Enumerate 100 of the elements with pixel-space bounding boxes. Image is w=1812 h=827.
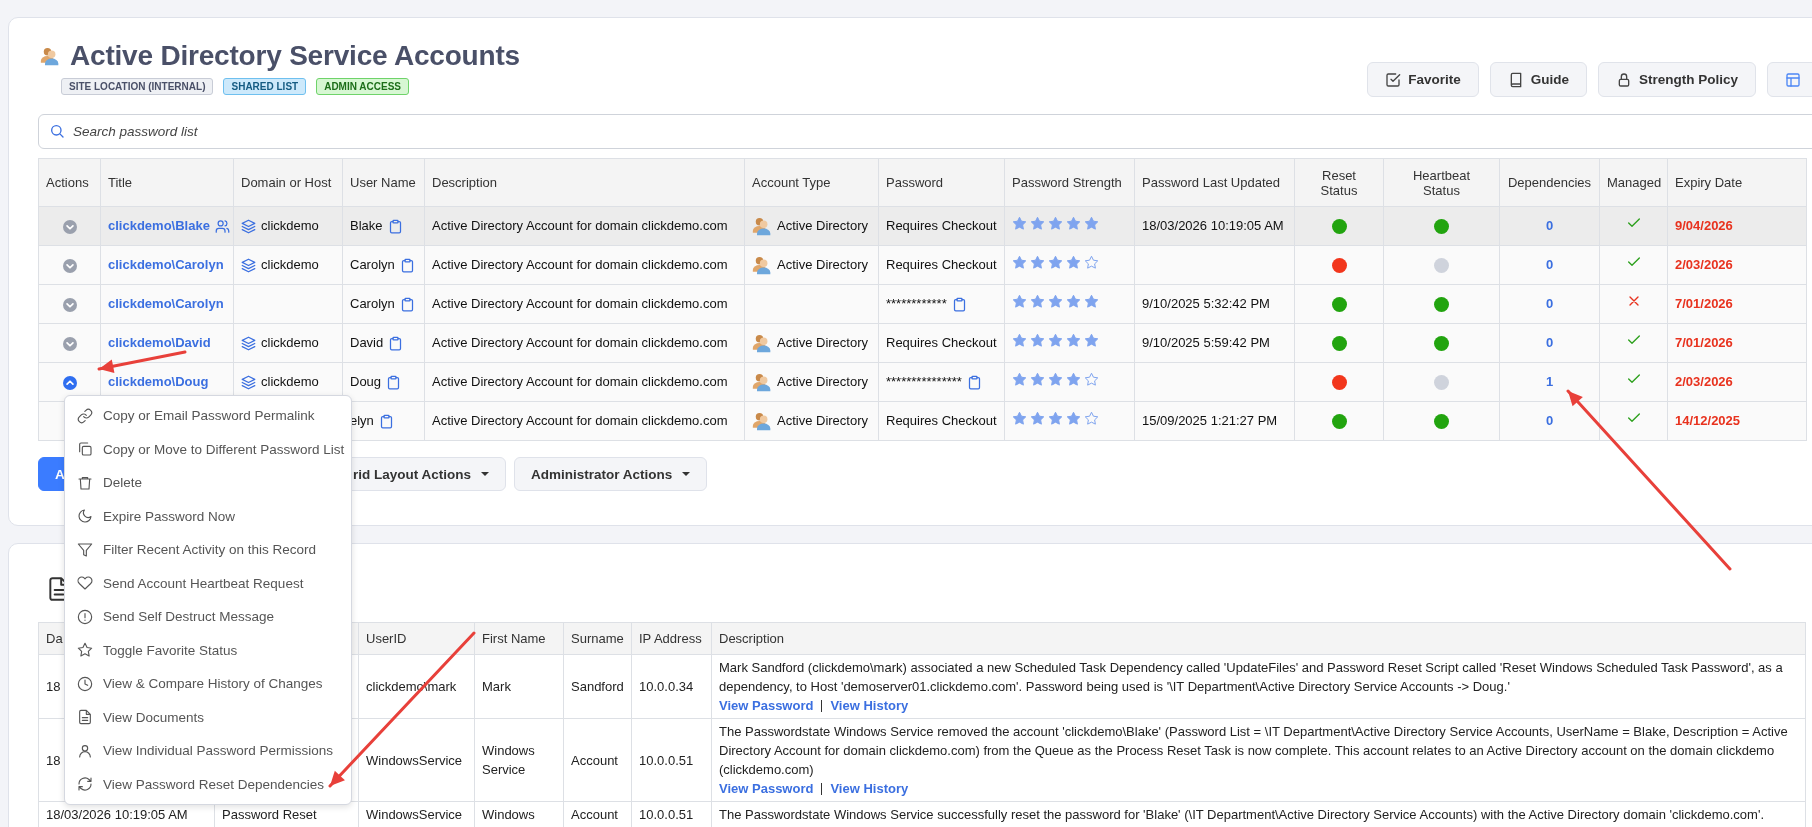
star-icon <box>1084 410 1099 426</box>
column-header: User Name <box>342 158 425 207</box>
activity-description: The Passwordstate Windows Service successfully reset the password for 'Blake' (\IT Department\Active Directory Service Accounts) with the Active Directory domain 'clickdemo.com'. <box>719 806 1765 824</box>
search-field[interactable]: Search password list <box>38 114 1812 149</box>
dependencies-link[interactable]: 0 <box>1545 335 1554 350</box>
star-icon <box>1084 332 1099 348</box>
account-type: Active Directory <box>777 256 869 274</box>
user-name: David <box>350 334 384 352</box>
filter-icon <box>77 541 93 558</box>
layers-icon <box>241 257 256 273</box>
table-cell: Active Directory Account for domain clickdemo.com <box>424 284 745 324</box>
star-icon <box>1066 332 1081 348</box>
table-cell: 9/10/2025 5:59:42 PM <box>1134 323 1295 363</box>
table-cell: Active Directory Account for domain clickdemo.com <box>424 206 745 246</box>
link-icon <box>77 407 93 424</box>
menu-item[interactable]: Expire Password Now <box>65 499 351 533</box>
table-cell: 18/03/2026 10:19:05 AM <box>1134 206 1295 246</box>
expand-toggle[interactable] <box>62 258 77 273</box>
password-text: Requires Checkout <box>886 334 997 352</box>
column-header: Domain or Host <box>233 158 343 207</box>
user-icon <box>77 742 93 759</box>
column-header: Description <box>711 622 1806 655</box>
table-row[interactable]: clickdemo\Carolyn Carolyn Active Directory Account for domain clickdemo.com ************ 9/10/2025 5:32:42 PM 0 7/01/2026 <box>38 284 1807 324</box>
column-header: Description <box>424 158 745 207</box>
menu-item[interactable]: Send Account Heartbeat Request <box>65 566 351 600</box>
star-icon <box>1030 254 1045 270</box>
expiry-date: 2/03/2026 <box>1667 245 1807 285</box>
table-cell: Sandford <box>563 654 632 719</box>
star-icon <box>1012 215 1027 231</box>
star-icon <box>1012 293 1027 309</box>
expand-toggle[interactable] <box>62 297 77 312</box>
users-icon <box>752 216 772 236</box>
dependencies-link[interactable]: 0 <box>1545 218 1554 233</box>
trash-icon <box>77 474 93 491</box>
domain-text: clickdemo <box>261 334 319 352</box>
layers-icon <box>241 218 256 234</box>
clipboard-icon <box>386 374 402 390</box>
dependencies-link[interactable]: 1 <box>1545 374 1554 389</box>
refresh-icon <box>77 776 93 793</box>
expiry-date: 14/12/2025 <box>1667 401 1807 441</box>
password-text: ************ <box>886 295 947 313</box>
dependencies-link[interactable]: 0 <box>1545 257 1554 272</box>
favorite-button[interactable]: Favorite <box>1367 62 1479 97</box>
expand-toggle[interactable] <box>62 336 77 351</box>
users-icon <box>752 255 772 275</box>
users-icon <box>752 411 772 431</box>
users-icon <box>752 333 772 353</box>
star-icon <box>1066 371 1081 387</box>
table-row[interactable]: clickdemo\Carolyn clickdemo Carolyn Active Directory Account for domain clickdemo.com Active Directory Requires Checkout 0 2/03/2026 <box>38 245 1807 285</box>
copy-icon <box>77 441 93 458</box>
table-cell: 10.0.0.34 <box>631 654 712 719</box>
star-icon <box>1030 371 1045 387</box>
star-icon <box>1084 215 1099 231</box>
expiry-date: 7/01/2026 <box>1667 323 1807 363</box>
dropdown-button[interactable]: Administrator Actions <box>514 457 708 491</box>
view-link[interactable]: View History <box>830 779 909 798</box>
star-icon <box>1084 293 1099 309</box>
column-header: Managed <box>1599 158 1668 207</box>
column-header: Heartbeat Status <box>1383 158 1500 207</box>
star-icon <box>77 642 93 659</box>
domain-text: clickdemo <box>261 217 319 235</box>
checkbox-icon <box>1385 71 1402 88</box>
column-header: Expiry Date <box>1667 158 1807 207</box>
activity-description: The Passwordstate Windows Service removed the account 'clickdemo\Blake' (Password List = \IT Department\Active Directory Service Accounts, UserName = Blake, Description = Active Directory Account for domain clickdemo.com) from the Queue as the Process Reset Task is now complete. This account relates to an Active Directory account on the domain clickdemo (clickdemo.com) <box>719 723 1789 779</box>
view-link[interactable]: View Password <box>719 696 814 715</box>
column-header: Surname <box>563 622 632 655</box>
guide-button[interactable]: Guide <box>1489 62 1587 97</box>
star-icon <box>1084 371 1099 387</box>
dependencies-link[interactable]: 0 <box>1545 413 1554 428</box>
table-cell: Active Directory Account for domain clickdemo.com <box>424 245 745 285</box>
view-link[interactable]: View History <box>830 696 909 715</box>
clipboard-icon <box>399 296 415 312</box>
star-icon <box>1030 215 1045 231</box>
table-row[interactable]: clickdemo\David clickdemo David Active Directory Account for domain clickdemo.com Active Directory Requires Checkout 9/10/2025 5:59:42 PM 0 7/01/2026 <box>38 323 1807 363</box>
menu-item[interactable]: Copy or Email Password Permalink <box>65 399 351 433</box>
clock-icon <box>77 675 93 692</box>
table-row[interactable]: clickdemo\Doug clickdemo Doug Active Directory Account for domain clickdemo.com Active Directory *************** 1 2/03/2026 <box>38 362 1807 402</box>
column-header: IP Address <box>631 622 712 655</box>
menu-item[interactable]: Filter Recent Activity on this Record <box>65 533 351 567</box>
expand-toggle[interactable] <box>62 219 77 234</box>
column-header: Password Last Updated <box>1134 158 1295 207</box>
column-header: First Name <box>474 622 564 655</box>
column-header: Reset Status <box>1294 158 1384 207</box>
star-icon <box>1030 332 1045 348</box>
strength-policy-button[interactable]: Strength Policy <box>1598 62 1756 97</box>
layout-button[interactable] <box>1767 62 1812 97</box>
expand-toggle[interactable] <box>62 375 77 390</box>
table-row[interactable]: clickdemo\Blake clickdemo Blake Active Directory Account for domain clickdemo.com Active Directory Requires Checkout 18/03/2026 10:19:05 AM 0 9/04/2026 <box>38 206 1807 246</box>
user-name: Blake <box>350 217 383 235</box>
clipboard-icon <box>399 257 415 273</box>
star-icon <box>1066 410 1081 426</box>
view-link[interactable]: View Password <box>719 779 814 798</box>
account-type: Active Directory <box>777 373 869 391</box>
table-cell: Mark <box>474 654 564 719</box>
dependencies-link[interactable]: 0 <box>1545 296 1554 311</box>
users-icon <box>40 46 60 66</box>
star-icon <box>1048 332 1063 348</box>
star-icon <box>1030 410 1045 426</box>
table-cell: 15/09/2025 1:21:27 PM <box>1134 401 1295 441</box>
column-header: UserID <box>358 622 475 655</box>
